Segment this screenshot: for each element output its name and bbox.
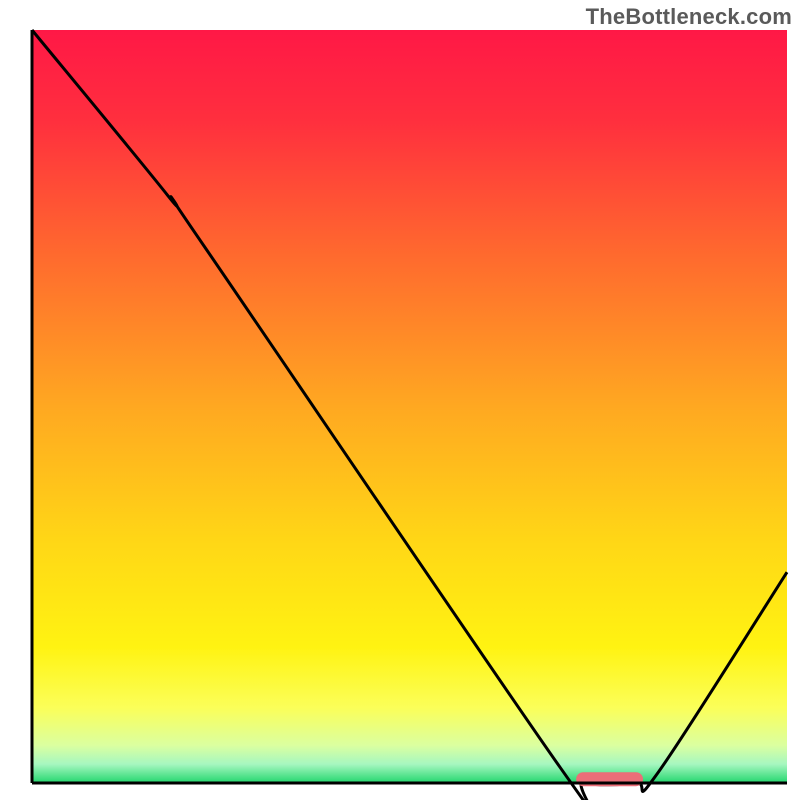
watermark-text: TheBottleneck.com (586, 4, 792, 30)
plot-background (32, 30, 787, 783)
bottleneck-chart (0, 0, 800, 800)
chart-container: TheBottleneck.com (0, 0, 800, 800)
